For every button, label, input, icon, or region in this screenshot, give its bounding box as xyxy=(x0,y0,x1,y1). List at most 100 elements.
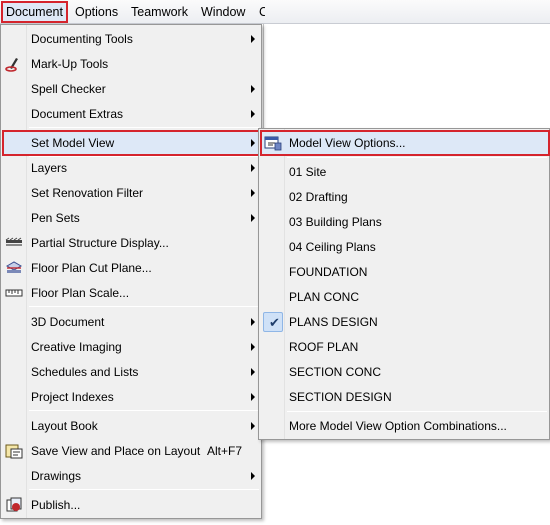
menubar-document[interactable]: Document xyxy=(1,1,68,23)
menu-item-label: Document Extras xyxy=(31,107,124,121)
menu-item-layout-book[interactable]: Layout Book xyxy=(3,414,259,438)
submenu-item-label: SECTION CONC xyxy=(289,365,382,379)
submenu-arrow-icon xyxy=(251,472,255,480)
menu-item-publish[interactable]: Publish... xyxy=(3,493,259,517)
menu-separator xyxy=(29,489,259,490)
submenu-item-plans-design[interactable]: ✔ PLANS DESIGN xyxy=(261,310,549,334)
menu-item-label: Publish... xyxy=(31,498,81,512)
submenu-item-section-design[interactable]: SECTION DESIGN xyxy=(261,385,549,409)
menu-item-partial-structure-display[interactable]: Partial Structure Display... xyxy=(3,231,259,255)
submenu-item-label: SECTION DESIGN xyxy=(289,390,392,404)
submenu-item-label: 01 Site xyxy=(289,165,327,179)
submenu-arrow-icon xyxy=(251,422,255,430)
submenu-arrow-icon xyxy=(251,35,255,43)
menubar-cut[interactable]: C xyxy=(255,2,265,22)
menu-item-label: Mark-Up Tools xyxy=(31,57,109,71)
submenu-item-03-building-plans[interactable]: 03 Building Plans xyxy=(261,210,549,234)
submenu-item-label: ROOF PLAN xyxy=(289,340,359,354)
publish-icon xyxy=(5,497,23,513)
submenu-arrow-icon xyxy=(251,85,255,93)
menu-item-label: 3D Document xyxy=(31,315,105,329)
menu-item-label: Floor Plan Scale... xyxy=(31,286,130,300)
menubar-cut-label: C xyxy=(259,5,265,19)
submenu-separator xyxy=(287,411,547,412)
submenu-item-label: 02 Drafting xyxy=(289,190,348,204)
submenu-item-label: 04 Ceiling Plans xyxy=(289,240,376,254)
set-model-view-submenu: Model View Options... 01 Site 02 Draftin… xyxy=(258,128,550,440)
menubar-window-label: Window xyxy=(201,5,246,19)
submenu-item-roof-plan[interactable]: ROOF PLAN xyxy=(261,335,549,359)
menu-item-label: Floor Plan Cut Plane... xyxy=(31,261,152,275)
menu-item-label: Layers xyxy=(31,161,68,175)
scale-ruler-icon xyxy=(5,285,23,301)
submenu-item-02-drafting[interactable]: 02 Drafting xyxy=(261,185,549,209)
menubar-options[interactable]: Options xyxy=(71,2,122,22)
markup-pen-icon xyxy=(5,56,23,72)
menu-item-set-model-view[interactable]: Set Model View xyxy=(2,130,260,156)
menu-separator xyxy=(29,306,259,307)
menu-item-label: Schedules and Lists xyxy=(31,365,139,379)
menu-item-layers[interactable]: Layers xyxy=(3,156,259,180)
submenu-arrow-icon xyxy=(251,214,255,222)
checkmark-icon: ✔ xyxy=(263,312,283,332)
menu-item-label: Partial Structure Display... xyxy=(31,236,169,250)
submenu-item-more-combinations[interactable]: More Model View Option Combinations... xyxy=(261,414,549,438)
submenu-item-plan-conc[interactable]: PLAN CONC xyxy=(261,285,549,309)
menu-item-markup-tools[interactable]: Mark-Up Tools xyxy=(3,52,259,76)
menu-item-label: Pen Sets xyxy=(31,211,80,225)
submenu-arrow-icon xyxy=(251,110,255,118)
menu-item-label: Documenting Tools xyxy=(31,32,133,46)
menu-item-label: Layout Book xyxy=(31,419,98,433)
menu-item-schedules-and-lists[interactable]: Schedules and Lists xyxy=(3,360,259,384)
cut-plane-icon xyxy=(5,260,23,276)
menu-item-documenting-tools[interactable]: Documenting Tools xyxy=(3,27,259,51)
model-view-options-icon xyxy=(264,135,282,151)
menu-item-project-indexes[interactable]: Project Indexes xyxy=(3,385,259,409)
submenu-arrow-icon xyxy=(251,164,255,172)
menubar-window[interactable]: Window xyxy=(197,2,249,22)
submenu-item-04-ceiling-plans[interactable]: 04 Ceiling Plans xyxy=(261,235,549,259)
submenu-arrow-icon xyxy=(251,343,255,351)
menu-item-shortcut: Alt+F7 xyxy=(207,444,243,458)
submenu-item-label: PLAN CONC xyxy=(289,290,360,304)
submenu-arrow-icon xyxy=(251,139,255,147)
submenu-item-model-view-options[interactable]: Model View Options... xyxy=(260,130,550,156)
menu-item-floor-plan-scale[interactable]: Floor Plan Scale... xyxy=(3,281,259,305)
structure-display-icon xyxy=(5,235,23,251)
menu-item-label: Project Indexes xyxy=(31,390,114,404)
submenu-item-section-conc[interactable]: SECTION CONC xyxy=(261,360,549,384)
menu-item-creative-imaging[interactable]: Creative Imaging xyxy=(3,335,259,359)
menu-item-pen-sets[interactable]: Pen Sets xyxy=(3,206,259,230)
save-view-icon xyxy=(5,443,23,459)
menu-item-document-extras[interactable]: Document Extras xyxy=(3,102,259,126)
submenu-separator xyxy=(287,157,547,158)
menu-item-spell-checker[interactable]: Spell Checker xyxy=(3,77,259,101)
menu-item-label: Spell Checker xyxy=(31,82,106,96)
submenu-arrow-icon xyxy=(251,318,255,326)
menu-item-label: Creative Imaging xyxy=(31,340,122,354)
menu-bar: Document Options Teamwork Window C xyxy=(0,0,550,24)
menu-separator xyxy=(29,410,259,411)
menu-item-3d-document[interactable]: 3D Document xyxy=(3,310,259,334)
document-menu: Documenting Tools Mark-Up Tools Spell Ch… xyxy=(0,24,262,519)
menubar-teamwork-label: Teamwork xyxy=(131,5,188,19)
menubar-options-label: Options xyxy=(75,5,119,19)
menu-separator xyxy=(29,127,259,128)
menu-item-label: Save View and Place on Layout xyxy=(31,444,201,458)
menu-item-set-renovation-filter[interactable]: Set Renovation Filter xyxy=(3,181,259,205)
submenu-item-label: PLANS DESIGN xyxy=(289,315,378,329)
menubar-document-label: Document xyxy=(6,5,63,19)
menu-item-label: Set Model View xyxy=(31,136,115,150)
submenu-item-01-site[interactable]: 01 Site xyxy=(261,160,549,184)
submenu-item-foundation[interactable]: FOUNDATION xyxy=(261,260,549,284)
menu-item-label: Drawings xyxy=(31,469,82,483)
submenu-item-label: 03 Building Plans xyxy=(289,215,382,229)
submenu-arrow-icon xyxy=(251,393,255,401)
menu-item-save-view-and-place[interactable]: Save View and Place on Layout Alt+F7 xyxy=(3,439,259,463)
menu-item-drawings[interactable]: Drawings xyxy=(3,464,259,488)
menu-item-floor-plan-cut-plane[interactable]: Floor Plan Cut Plane... xyxy=(3,256,259,280)
submenu-item-label: FOUNDATION xyxy=(289,265,368,279)
submenu-arrow-icon xyxy=(251,368,255,376)
submenu-arrow-icon xyxy=(251,189,255,197)
menubar-teamwork[interactable]: Teamwork xyxy=(127,2,192,22)
